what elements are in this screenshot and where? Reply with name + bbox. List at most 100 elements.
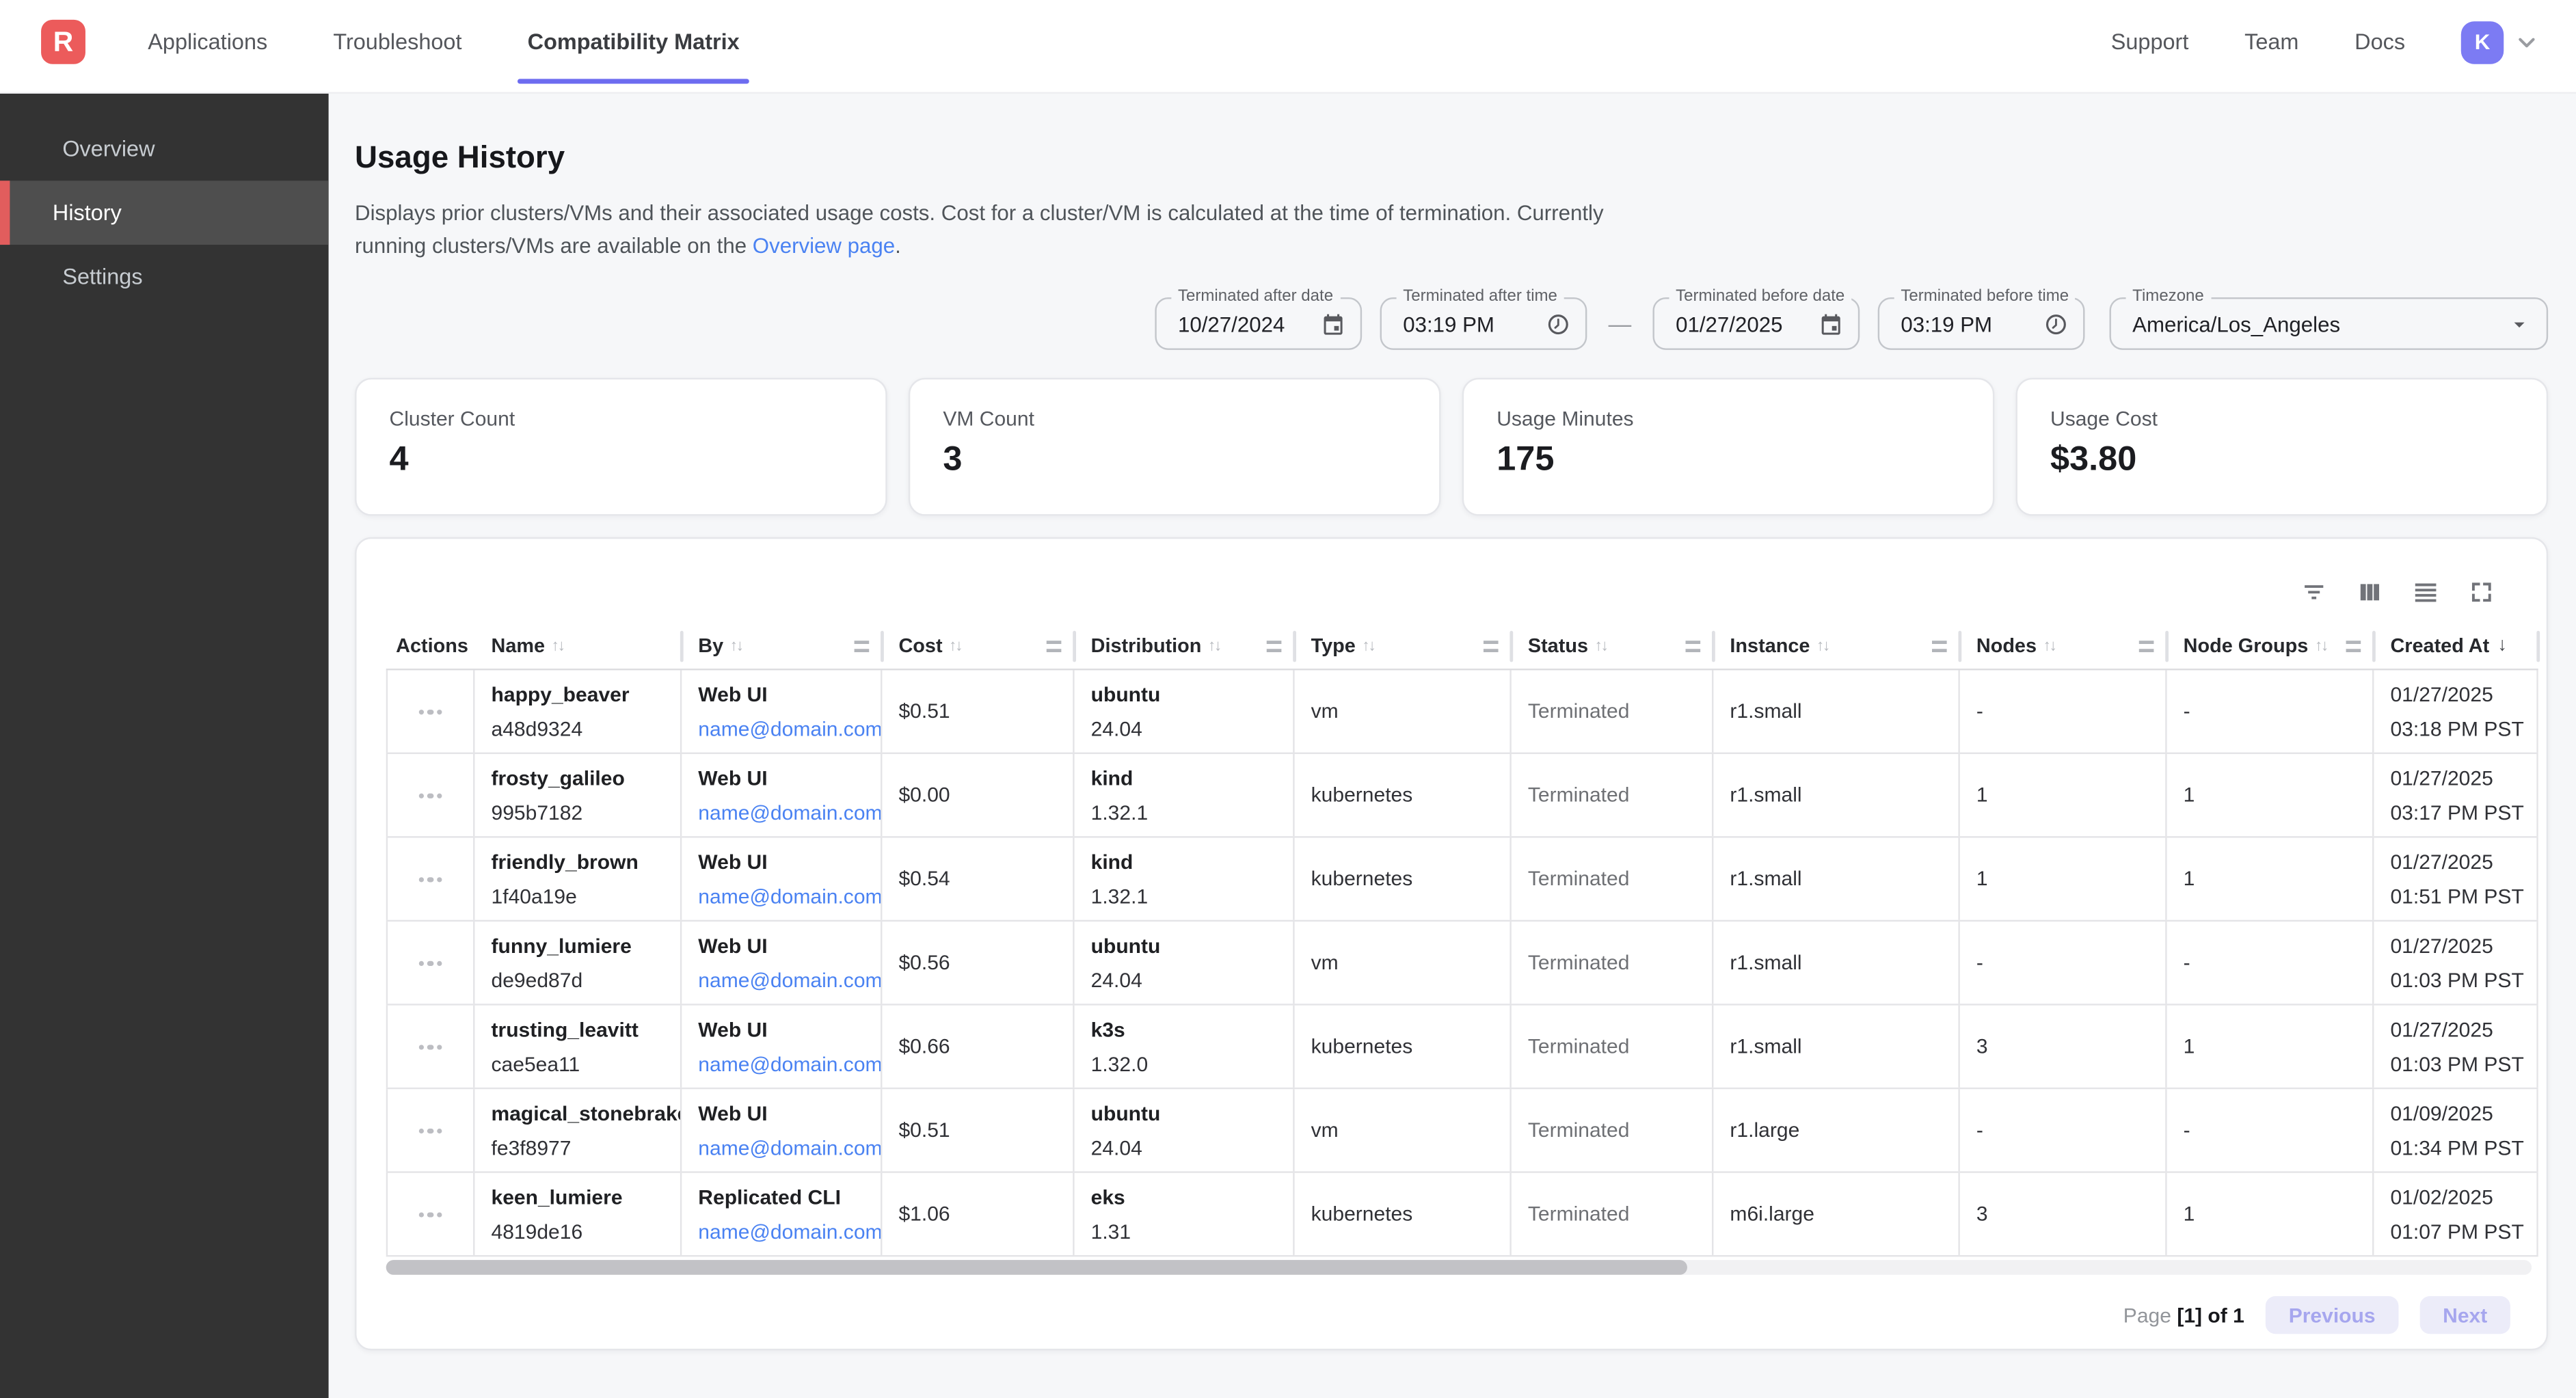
column-header[interactable]: Type ↑↓ <box>1295 622 1512 670</box>
distribution-version: 1.31 <box>1091 1220 1131 1244</box>
overview-page-link[interactable]: Overview page <box>753 234 895 258</box>
caret-down-icon[interactable] <box>2507 312 2532 336</box>
column-menu-icon[interactable] <box>2346 641 2361 652</box>
column-menu-icon[interactable] <box>855 641 870 652</box>
created-by-email-link[interactable]: name@domain.com <box>698 969 882 992</box>
columns-icon[interactable] <box>2356 579 2384 607</box>
sort-arrows-icon[interactable]: ↑↓ <box>1362 637 1374 655</box>
node-groups-value: 1 <box>2184 1203 2195 1226</box>
column-header[interactable]: Status ↑↓ <box>1512 622 1714 670</box>
created-by-email-link[interactable]: name@domain.com <box>698 1136 882 1159</box>
status-value: Terminated <box>1528 1036 1630 1059</box>
cell-actions <box>386 1173 475 1255</box>
fullscreen-icon[interactable] <box>2467 579 2495 607</box>
created-by-email-link[interactable]: name@domain.com <box>698 718 882 741</box>
sort-arrows-icon[interactable]: ↑↓ <box>730 637 742 655</box>
field-value[interactable]: 10/27/2024 <box>1178 312 1308 336</box>
column-header[interactable]: Distribution ↑↓ <box>1075 622 1295 670</box>
distribution-name: kind <box>1091 850 1133 874</box>
sort-arrows-icon[interactable]: ↑↓ <box>552 637 564 655</box>
timezone-select[interactable]: Timezone America/Los_Angeles <box>2110 298 2549 351</box>
cell-actions <box>386 1006 475 1088</box>
cell-instance: r1.small <box>1713 671 1959 753</box>
sort-arrows-icon[interactable]: ↑↓ <box>1208 637 1220 655</box>
row-actions-button[interactable] <box>418 1045 442 1050</box>
sort-desc-icon[interactable]: ↓ <box>2497 636 2507 656</box>
nav-link[interactable]: Team <box>2244 29 2298 54</box>
horizontal-scrollbar[interactable] <box>386 1261 2532 1276</box>
column-menu-icon[interactable] <box>1047 641 1062 652</box>
table-footer: Page [1] of 1 Previous Next <box>386 1275 2547 1334</box>
sort-arrows-icon[interactable]: ↑↓ <box>2315 637 2327 655</box>
previous-button[interactable]: Previous <box>2266 1297 2398 1334</box>
sidebar-item[interactable]: History <box>0 180 329 245</box>
row-actions-button[interactable] <box>418 793 442 798</box>
terminated-after-time-field[interactable]: Terminated after time 03:19 PM <box>1380 298 1587 351</box>
column-header[interactable]: Cost ↑↓ <box>882 622 1074 670</box>
cell-created-at: 01/27/2025 03:17 PM PST <box>2374 755 2538 837</box>
sidebar-item[interactable]: Overview <box>0 117 329 181</box>
nav-tab[interactable]: Applications <box>142 0 274 84</box>
field-value[interactable]: 01/27/2025 <box>1676 312 1806 336</box>
distribution-version: 1.32.1 <box>1091 801 1149 824</box>
nodes-value: - <box>1976 952 1983 975</box>
column-header[interactable]: By ↑↓ <box>682 622 882 670</box>
column-header[interactable]: Created At ↓ <box>2374 622 2538 670</box>
nav-tab[interactable]: Compatibility Matrix <box>521 0 746 84</box>
created-by-email-link[interactable]: name@domain.com <box>698 1220 882 1244</box>
distribution-name: ubuntu <box>1091 935 1161 958</box>
column-header[interactable]: Instance ↑↓ <box>1713 622 1959 670</box>
column-header[interactable]: Actions <box>386 622 475 670</box>
sort-arrows-icon[interactable]: ↑↓ <box>2043 637 2056 655</box>
terminated-before-time-field[interactable]: Terminated before time 03:19 PM <box>1878 298 2085 351</box>
row-actions-button[interactable] <box>418 876 442 882</box>
cell-name: funny_lumiere de9ed87d <box>474 922 682 1004</box>
row-actions-button[interactable] <box>418 960 442 966</box>
field-value[interactable]: 03:19 PM <box>1901 312 2030 336</box>
column-menu-icon[interactable] <box>1267 641 1282 652</box>
field-value[interactable]: America/Los_Angeles <box>2132 312 2494 336</box>
column-menu-icon[interactable] <box>1932 641 1947 652</box>
column-header[interactable]: Name ↑↓ <box>474 622 682 670</box>
table-row: keen_lumiere 4819de16 Replicated CLI nam… <box>386 1173 2538 1257</box>
calendar-icon[interactable] <box>1321 312 1345 336</box>
nav-tab[interactable]: Troubleshoot <box>327 0 468 84</box>
column-menu-icon[interactable] <box>2139 641 2154 652</box>
clock-icon[interactable] <box>1546 312 1570 336</box>
filter-icon[interactable] <box>2300 579 2328 607</box>
nav-link[interactable]: Docs <box>2354 29 2405 54</box>
clock-icon[interactable] <box>2043 312 2068 336</box>
column-menu-icon[interactable] <box>1484 641 1499 652</box>
calendar-icon[interactable] <box>1819 312 1843 336</box>
created-by-email-link[interactable]: name@domain.com <box>698 1053 882 1076</box>
avatar[interactable]: K <box>2461 21 2504 63</box>
created-by-email-link[interactable]: name@domain.com <box>698 801 882 824</box>
terminated-after-date-field[interactable]: Terminated after date 10/27/2024 <box>1155 298 1362 351</box>
row-actions-button[interactable] <box>418 709 442 714</box>
cell-nodes: 3 <box>1960 1173 2167 1255</box>
next-button[interactable]: Next <box>2419 1297 2510 1334</box>
created-by-email-link[interactable]: name@domain.com <box>698 885 882 909</box>
stat-label: VM Count <box>943 408 1406 431</box>
row-actions-button[interactable] <box>418 1212 442 1218</box>
stat-value: 3 <box>943 441 1406 481</box>
sort-arrows-icon[interactable]: ↑↓ <box>949 637 961 655</box>
created-date: 01/27/2025 <box>2390 850 2493 874</box>
account-menu[interactable]: K <box>2461 21 2540 63</box>
scrollbar-thumb[interactable] <box>386 1261 1687 1276</box>
cluster-id: cae5ea11 <box>492 1053 580 1076</box>
density-icon[interactable] <box>2412 579 2440 607</box>
sort-arrows-icon[interactable]: ↑↓ <box>1595 637 1607 655</box>
column-header[interactable]: Nodes ↑↓ <box>1960 622 2167 670</box>
column-menu-icon[interactable] <box>1686 641 1701 652</box>
sort-arrows-icon[interactable]: ↑↓ <box>1816 637 1829 655</box>
nav-link[interactable]: Support <box>2111 29 2189 54</box>
field-value[interactable]: 03:19 PM <box>1403 312 1533 336</box>
cell-status: Terminated <box>1512 755 1714 837</box>
terminated-before-date-field[interactable]: Terminated before date 01/27/2025 <box>1652 298 1860 351</box>
row-actions-button[interactable] <box>418 1128 442 1133</box>
sidebar-item[interactable]: Settings <box>0 245 329 309</box>
chevron-down-icon[interactable] <box>2514 29 2540 55</box>
replicated-logo[interactable]: R <box>41 20 85 64</box>
column-header[interactable]: Node Groups ↑↓ <box>2167 622 2374 670</box>
